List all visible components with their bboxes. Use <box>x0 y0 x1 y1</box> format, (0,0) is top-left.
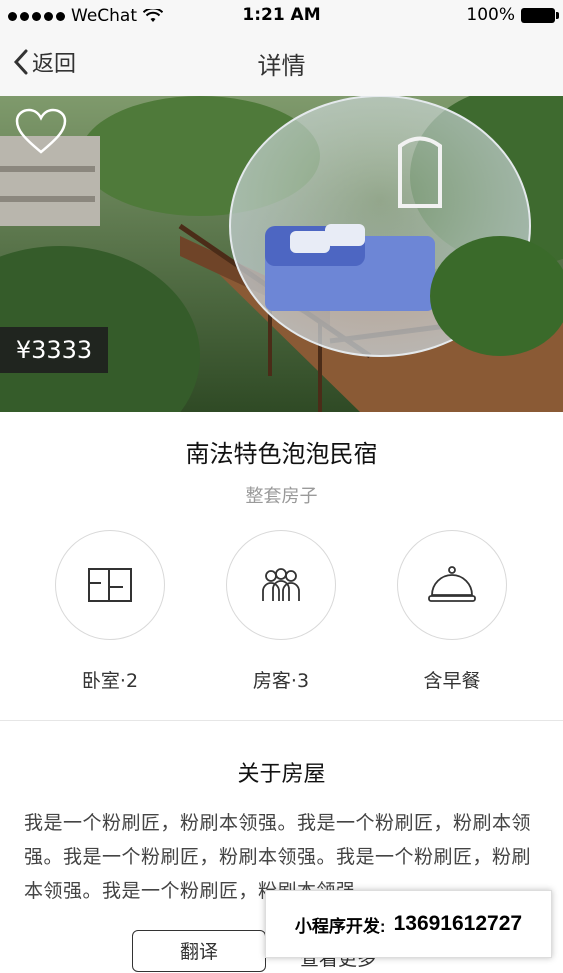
breakfast-icon <box>428 566 476 602</box>
banner-label: 小程序开发: <box>294 916 386 936</box>
heart-icon <box>15 108 67 154</box>
page-title: 详情 <box>257 52 306 80</box>
about-section-title: 关于房屋 <box>237 762 326 787</box>
listing-title: 南法特色泡泡民宿 <box>185 440 378 468</box>
feature-label: 房客·3 <box>252 670 310 692</box>
listing-type: 整套房子 <box>245 486 318 507</box>
banner-phone: 13691612727 <box>393 912 523 935</box>
battery-percent: 100% <box>466 5 515 25</box>
price-tag: ¥3333 <box>0 327 108 373</box>
guests-icon <box>262 568 300 601</box>
feature-breakfast: 含早餐 <box>396 530 508 693</box>
battery-status: 100% <box>466 5 559 25</box>
translate-button[interactable]: 翻译 <box>132 930 266 972</box>
bedroom-icon <box>88 568 132 602</box>
feature-label: 卧室·2 <box>81 670 139 692</box>
battery-icon <box>521 7 559 23</box>
section-divider <box>0 720 563 721</box>
navigation-bar: 返回 详情 <box>0 32 563 96</box>
feature-label: 含早餐 <box>423 670 481 692</box>
favorite-button[interactable] <box>14 108 68 160</box>
developer-contact-banner[interactable]: 小程序开发: 13691612727 <box>265 890 552 958</box>
status-bar: WeChat 1:21 AM 100% <box>0 0 563 32</box>
feature-guests: 房客·3 <box>225 530 337 693</box>
feature-bedrooms: 卧室·2 <box>54 530 166 693</box>
